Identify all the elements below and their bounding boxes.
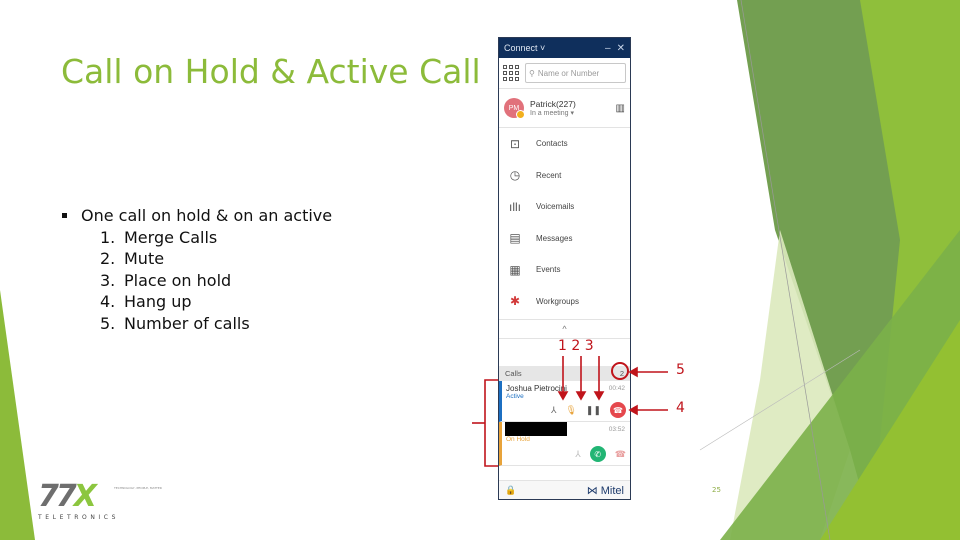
connect-app-window: Connect ˅ – ✕ ⚲ Name or Number PM Patric… [498,37,631,500]
merge-calls-button[interactable]: ⅄ [551,405,557,416]
bullet-square-icon [62,213,67,218]
item-text: Number of calls [124,313,250,333]
search-input[interactable]: ⚲ Name or Number [525,63,626,83]
nav-item-contacts[interactable]: ⊡ Contacts [499,128,630,160]
nav-label: Messages [536,233,573,243]
item-number: 2. [100,249,116,268]
mitel-logo: ⋈ Mitel [587,484,624,497]
calls-count-badge: 2 [619,369,624,378]
list-item: 4. Hang up [62,291,332,313]
dialpad-icon[interactable] [503,65,519,81]
search-icon: ⚲ [529,68,535,78]
page-number: 25 [712,486,721,494]
search-placeholder: Name or Number [537,68,600,78]
bullet-main: One call on hold & on an active [62,205,332,227]
list-item: 3. Place on hold [62,270,332,292]
app-title[interactable]: Connect ˅ [504,43,599,53]
logo-tagline: TECHNOLOGY, PEOPLE, MATTER [114,486,162,490]
call-state: On Hold [506,436,530,443]
close-button[interactable]: ✕ [617,43,625,54]
annotation-numbers-1-2-3: 1 2 3 [558,338,594,354]
mitel-mark-icon: ⋈ [586,484,598,497]
minimize-button[interactable]: – [605,43,611,54]
annotation-number-4: 4 [676,400,685,416]
collapse-button[interactable]: ^ [499,319,630,339]
call-item-on-hold[interactable]: On Hold 03:52 ⅄ ✆ ☎ [499,422,630,466]
app-footer: 🔒 ⋈ Mitel [499,480,630,499]
annotation-number-5: 5 [676,362,685,378]
profile-row[interactable]: PM Patrick(227) In a meeting ▾ ▥ [499,89,630,128]
calendar-icon: ▦ [509,262,521,277]
nav-label: Recent [536,170,562,180]
avatar: PM [504,98,525,119]
bullet-text: One call on hold & on an active [81,206,333,225]
call-timer: 03:52 [608,426,625,433]
chevron-up-icon: ^ [562,324,567,334]
item-number: 5. [100,313,116,333]
logo-name: TELETRONICS [38,514,120,521]
list-item: 2. Mute [62,248,332,270]
item-text: Place on hold [124,270,232,290]
chevron-down-icon: ˅ [540,43,546,53]
mute-button[interactable]: 🎙 [565,405,576,416]
message-icon: ▤ [509,231,521,246]
nav-item-messages[interactable]: ▤ Messages [499,223,630,255]
left-accent-shape [0,290,35,540]
profile-info: Patrick(227) In a meeting ▾ [530,99,616,117]
slide-title: Call on Hold & Active Call [61,52,481,91]
nav-label: Workgroups [536,296,579,306]
lock-icon[interactable]: 🔒 [505,485,516,496]
item-number: 3. [100,270,116,290]
ttx-logo-mark: 77X [38,479,97,514]
list-item: 1. Merge Calls [62,227,332,249]
nav-label: Contacts [536,139,568,149]
item-text: Merge Calls [124,227,218,247]
hold-button[interactable]: ❚❚ [586,405,601,416]
merge-calls-button[interactable]: ⅄ [575,449,581,460]
calls-header: Calls 2 [499,366,630,381]
call-timer: 00:42 [608,385,625,392]
voicemail-icon: ıllı [509,199,521,214]
app-titlebar: Connect ˅ – ✕ [499,38,630,58]
nav-item-workgroups[interactable]: ✱ Workgroups [499,286,630,318]
caller-name: Joshua Pietrocini [506,384,567,393]
call-controls: ⅄ ✆ ☎ [575,446,626,462]
teletronics-logo: 77X TECHNOLOGY, PEOPLE, MATTER TELETRONI… [38,479,162,522]
calls-header-label: Calls [505,369,522,378]
workgroups-icon: ✱ [509,294,521,309]
contact-card-icon[interactable]: ▥ [616,103,625,114]
redacted-caller-name [505,422,567,436]
item-text: Hang up [124,292,192,311]
item-text: Mute [124,249,165,268]
call-item-active[interactable]: Joshua Pietrocini Active 00:42 ⅄ 🎙 ❚❚ ☎ [499,381,630,422]
presence-status-icon [516,110,525,119]
bullet-list: One call on hold & on an active 1. Merge … [62,205,332,334]
list-item: 5. Number of calls [62,313,332,335]
nav-item-recent[interactable]: ◷ Recent [499,160,630,192]
app-title-text: Connect [504,43,538,53]
nav-label: Voicemails [536,202,575,212]
call-controls: ⅄ 🎙 ❚❚ ☎ [551,402,626,418]
call-state: Active [506,393,524,400]
mitel-brand-text: Mitel [600,484,624,497]
item-number: 4. [100,292,116,311]
clock-icon: ◷ [509,168,521,183]
hang-up-button[interactable]: ☎ [615,449,626,460]
hang-up-button[interactable]: ☎ [610,402,626,418]
item-number: 1. [100,227,116,247]
search-row: ⚲ Name or Number [499,58,630,89]
resume-call-button[interactable]: ✆ [589,446,606,462]
nav-item-events[interactable]: ▦ Events [499,254,630,286]
nav-item-voicemails[interactable]: ıllı Voicemails [499,191,630,223]
profile-name: Patrick(227) [530,99,576,109]
profile-status[interactable]: In a meeting ▾ [530,109,616,117]
nav-label: Events [536,265,561,275]
contacts-icon: ⊡ [509,136,521,151]
